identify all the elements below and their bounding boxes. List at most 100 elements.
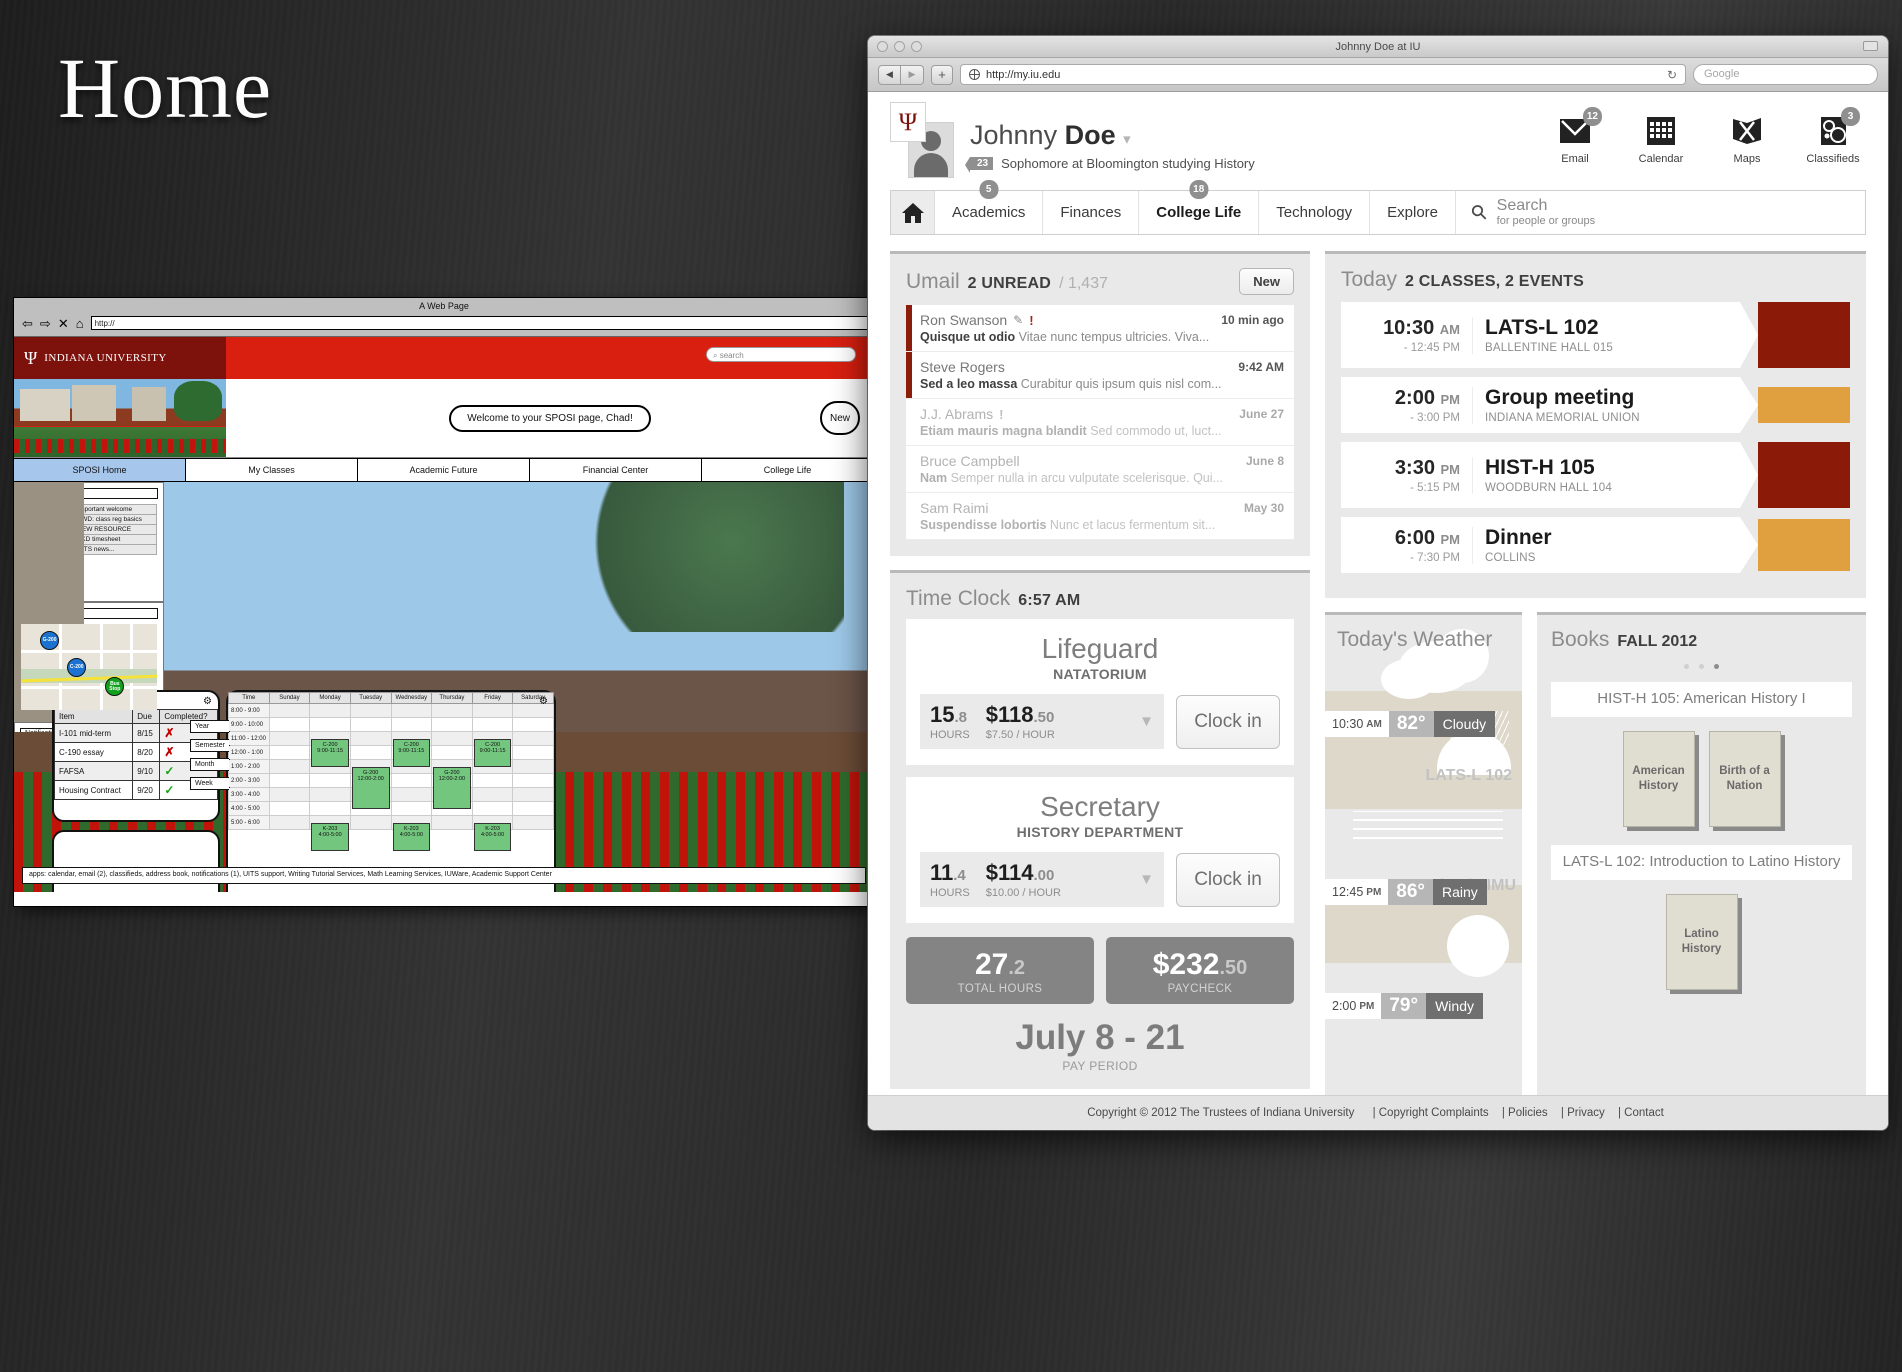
event-row[interactable]: 10:30 AM - 12:45 PM LATS-L 102 BALLENTINE H… xyxy=(1341,302,1850,368)
address-bar-value: http://my.iu.edu xyxy=(986,68,1061,81)
legacy-schedule-view-year[interactable]: Year xyxy=(190,720,230,733)
books-courses: HIST-H 105: American History I American H… xyxy=(1551,682,1852,990)
books-pagination[interactable] xyxy=(1551,656,1852,674)
legacy-class-block[interactable]: K-203 4:00-5:00 xyxy=(392,822,431,851)
legacy-back-icon[interactable]: ⇦ xyxy=(22,317,33,330)
browser-search-input[interactable]: Google xyxy=(1693,64,1878,85)
message-sender: Ron Swanson xyxy=(920,312,1008,328)
clock-in-button[interactable]: Clock in xyxy=(1176,852,1280,907)
pager-dot-1[interactable] xyxy=(1683,664,1689,669)
pager-dot-2[interactable] xyxy=(1699,664,1704,669)
footer-link[interactable]: | Copyright Complaints xyxy=(1373,1107,1492,1119)
event-location: WOODBURN HALL 104 xyxy=(1485,482,1612,494)
app-shortcut-maps[interactable]: Maps xyxy=(1718,114,1776,165)
legacy-tab-3[interactable]: Financial Center xyxy=(530,458,702,482)
legacy-map-canvas: G-200 C-200 Bus Stop xyxy=(21,624,157,710)
browser-window: Johnny Doe at IU ◀ ▶ + http://my.iu.edu … xyxy=(868,36,1888,1130)
legacy-tab-0[interactable]: SPOSI Home xyxy=(14,458,186,482)
book-cover[interactable]: American History xyxy=(1622,730,1695,827)
legacy-schedule-view-month[interactable]: Month xyxy=(190,758,230,771)
legacy-new-button[interactable]: New xyxy=(820,401,860,435)
legacy-campus-photo xyxy=(14,379,226,457)
book-cover[interactable]: Latino History xyxy=(1665,893,1738,990)
legacy-search-icon: ⌕ xyxy=(713,351,718,360)
forward-button[interactable]: ▶ xyxy=(901,64,924,85)
sidebar-item-home[interactable] xyxy=(891,191,935,234)
caret-down-icon[interactable]: ▼ xyxy=(1139,871,1154,888)
back-button[interactable]: ◀ xyxy=(878,64,901,85)
reload-icon[interactable]: ↻ xyxy=(1667,68,1677,82)
event-row[interactable]: 2:00 PM - 3:00 PM Group meeting INDIANA MEM… xyxy=(1341,377,1850,433)
tab-college-life[interactable]: College Life 18 xyxy=(1139,180,1260,234)
legacy-class-block[interactable]: C-200 9:00-11:15 xyxy=(392,738,431,767)
job-stats[interactable]: 15.8 HOURS $118.50 $7.50 / HOUR ▼ xyxy=(920,694,1164,749)
legacy-class-block[interactable]: K-203 4:00-5:00 xyxy=(311,822,349,851)
footer-link[interactable]: | Policies xyxy=(1502,1107,1551,1119)
app-shortcut-email[interactable]: Email 12 xyxy=(1546,107,1604,165)
legacy-stop-icon[interactable]: ✕ xyxy=(58,317,69,330)
profile-badge[interactable]: 23 xyxy=(964,157,994,173)
caret-down-icon[interactable]: ▼ xyxy=(1139,713,1154,730)
legacy-schedule-view-buttons[interactable]: Year Semester Month Week xyxy=(190,720,230,790)
footer-link[interactable]: | Contact xyxy=(1618,1107,1664,1119)
event-row[interactable]: 6:00 PM - 7:30 PM Dinner COLLINS xyxy=(1341,517,1850,573)
tab-finances[interactable]: Finances xyxy=(1043,191,1140,234)
list-item[interactable]: Steve Rogers 9:42 AM Sed a leo massa Curab… xyxy=(906,352,1294,399)
legacy-class-block[interactable]: K-203 4:00-5:00 xyxy=(473,822,512,851)
list-item[interactable]: Bruce Campbell June 8 Nam Semper nulla in … xyxy=(906,446,1294,493)
event-row[interactable]: 3:30 PM - 5:15 PM HIST-H 105 WOODBURN HALL … xyxy=(1341,442,1850,508)
map-pin-bus-stop[interactable]: Bus Stop xyxy=(105,677,125,697)
minimize-icon[interactable] xyxy=(894,41,905,52)
timeclock-jobs: Lifeguard NATATORIUM 15.8 HOURS $118.50 $7.50… xyxy=(906,619,1294,923)
job-stats[interactable]: 11.4 HOURS $114.00 $10.00 / HOUR ▼ xyxy=(920,852,1164,907)
legacy-search-input[interactable]: ⌕ search xyxy=(706,347,856,362)
message-time: June 27 xyxy=(1239,407,1284,421)
chevron-down-icon[interactable]: ▾ xyxy=(1123,131,1131,148)
legacy-tab-4[interactable]: College Life xyxy=(702,458,874,482)
window-controls[interactable] xyxy=(877,41,922,52)
app-shortcut-classifieds[interactable]: Classifieds 3 xyxy=(1804,107,1862,165)
weather-temp: 82° xyxy=(1388,711,1434,737)
event-color-bar xyxy=(1758,519,1850,571)
list-item[interactable]: J.J. Abrams! June 27 Etiam mauris magna bl… xyxy=(906,399,1294,446)
weather-temp: 79° xyxy=(1381,993,1427,1019)
legacy-schedule-view-semester[interactable]: Semester xyxy=(190,739,230,752)
legacy-home-icon[interactable]: ⌂ xyxy=(76,317,84,330)
zoom-icon[interactable] xyxy=(911,41,922,52)
app-shortcuts[interactable]: Email 12 Calendar Maps Classifieds 3 xyxy=(1546,107,1866,165)
toggle-toolbar-icon[interactable] xyxy=(1863,41,1878,51)
legacy-tab-2[interactable]: Academic Future xyxy=(358,458,530,482)
nav-buttons[interactable]: ◀ ▶ xyxy=(878,64,924,85)
footer-link[interactable]: | Privacy xyxy=(1561,1107,1608,1119)
add-tab-button[interactable]: + xyxy=(931,64,953,85)
gear-icon[interactable]: ⚙ xyxy=(203,696,212,707)
clock-in-button[interactable]: Clock in xyxy=(1176,694,1280,749)
tab-academics[interactable]: Academics 5 xyxy=(935,180,1044,234)
exclamation-icon: ! xyxy=(999,406,1004,422)
legacy-url-input[interactable]: http:// xyxy=(90,316,868,330)
legacy-class-block[interactable]: G-200 12:00-2:00 xyxy=(351,766,390,809)
list-item[interactable]: Ron Swanson ✎! 10 min ago Quisque ut odio V… xyxy=(906,305,1294,352)
iu-logo[interactable]: Ψ xyxy=(890,102,926,142)
event-title: Dinner xyxy=(1485,526,1552,549)
app-shortcut-calendar[interactable]: Calendar xyxy=(1632,114,1690,165)
address-bar[interactable]: http://my.iu.edu ↻ xyxy=(960,64,1686,85)
tab-technology[interactable]: Technology xyxy=(1259,191,1371,234)
legacy-class-block[interactable]: C-200 9:00-11:15 xyxy=(473,738,512,767)
legacy-tab-1[interactable]: My Classes xyxy=(186,458,358,482)
footer-links[interactable]: | Copyright Complaints | Policies | Priv… xyxy=(1368,1107,1669,1119)
close-icon[interactable] xyxy=(877,41,888,52)
new-message-button[interactable]: New xyxy=(1239,268,1294,295)
tab-explore[interactable]: Explore xyxy=(1370,191,1456,234)
legacy-forward-icon[interactable]: ⇨ xyxy=(40,317,51,330)
pager-dot-3[interactable] xyxy=(1714,664,1720,669)
legacy-class-block[interactable]: C-200 9:00-11:15 xyxy=(311,738,349,767)
search-input[interactable]: ⚲ Search for people or groups xyxy=(1456,191,1865,234)
map-pin-g200[interactable]: G-200 xyxy=(40,630,60,650)
book-cover[interactable]: Birth of a Nation xyxy=(1708,730,1781,827)
legacy-schedule-view-week[interactable]: Week xyxy=(190,777,230,790)
footer-copyright: Copyright © 2012 The Trustees of Indiana… xyxy=(1087,1107,1355,1119)
list-item[interactable]: Sam Raimi May 30 Suspendisse lobortis Nunc… xyxy=(906,493,1294,540)
legacy-class-block[interactable]: G-200 12:00-2:00 xyxy=(433,766,471,809)
job-card: Secretary HISTORY DEPARTMENT 11.4 HOURS $114… xyxy=(906,777,1294,923)
